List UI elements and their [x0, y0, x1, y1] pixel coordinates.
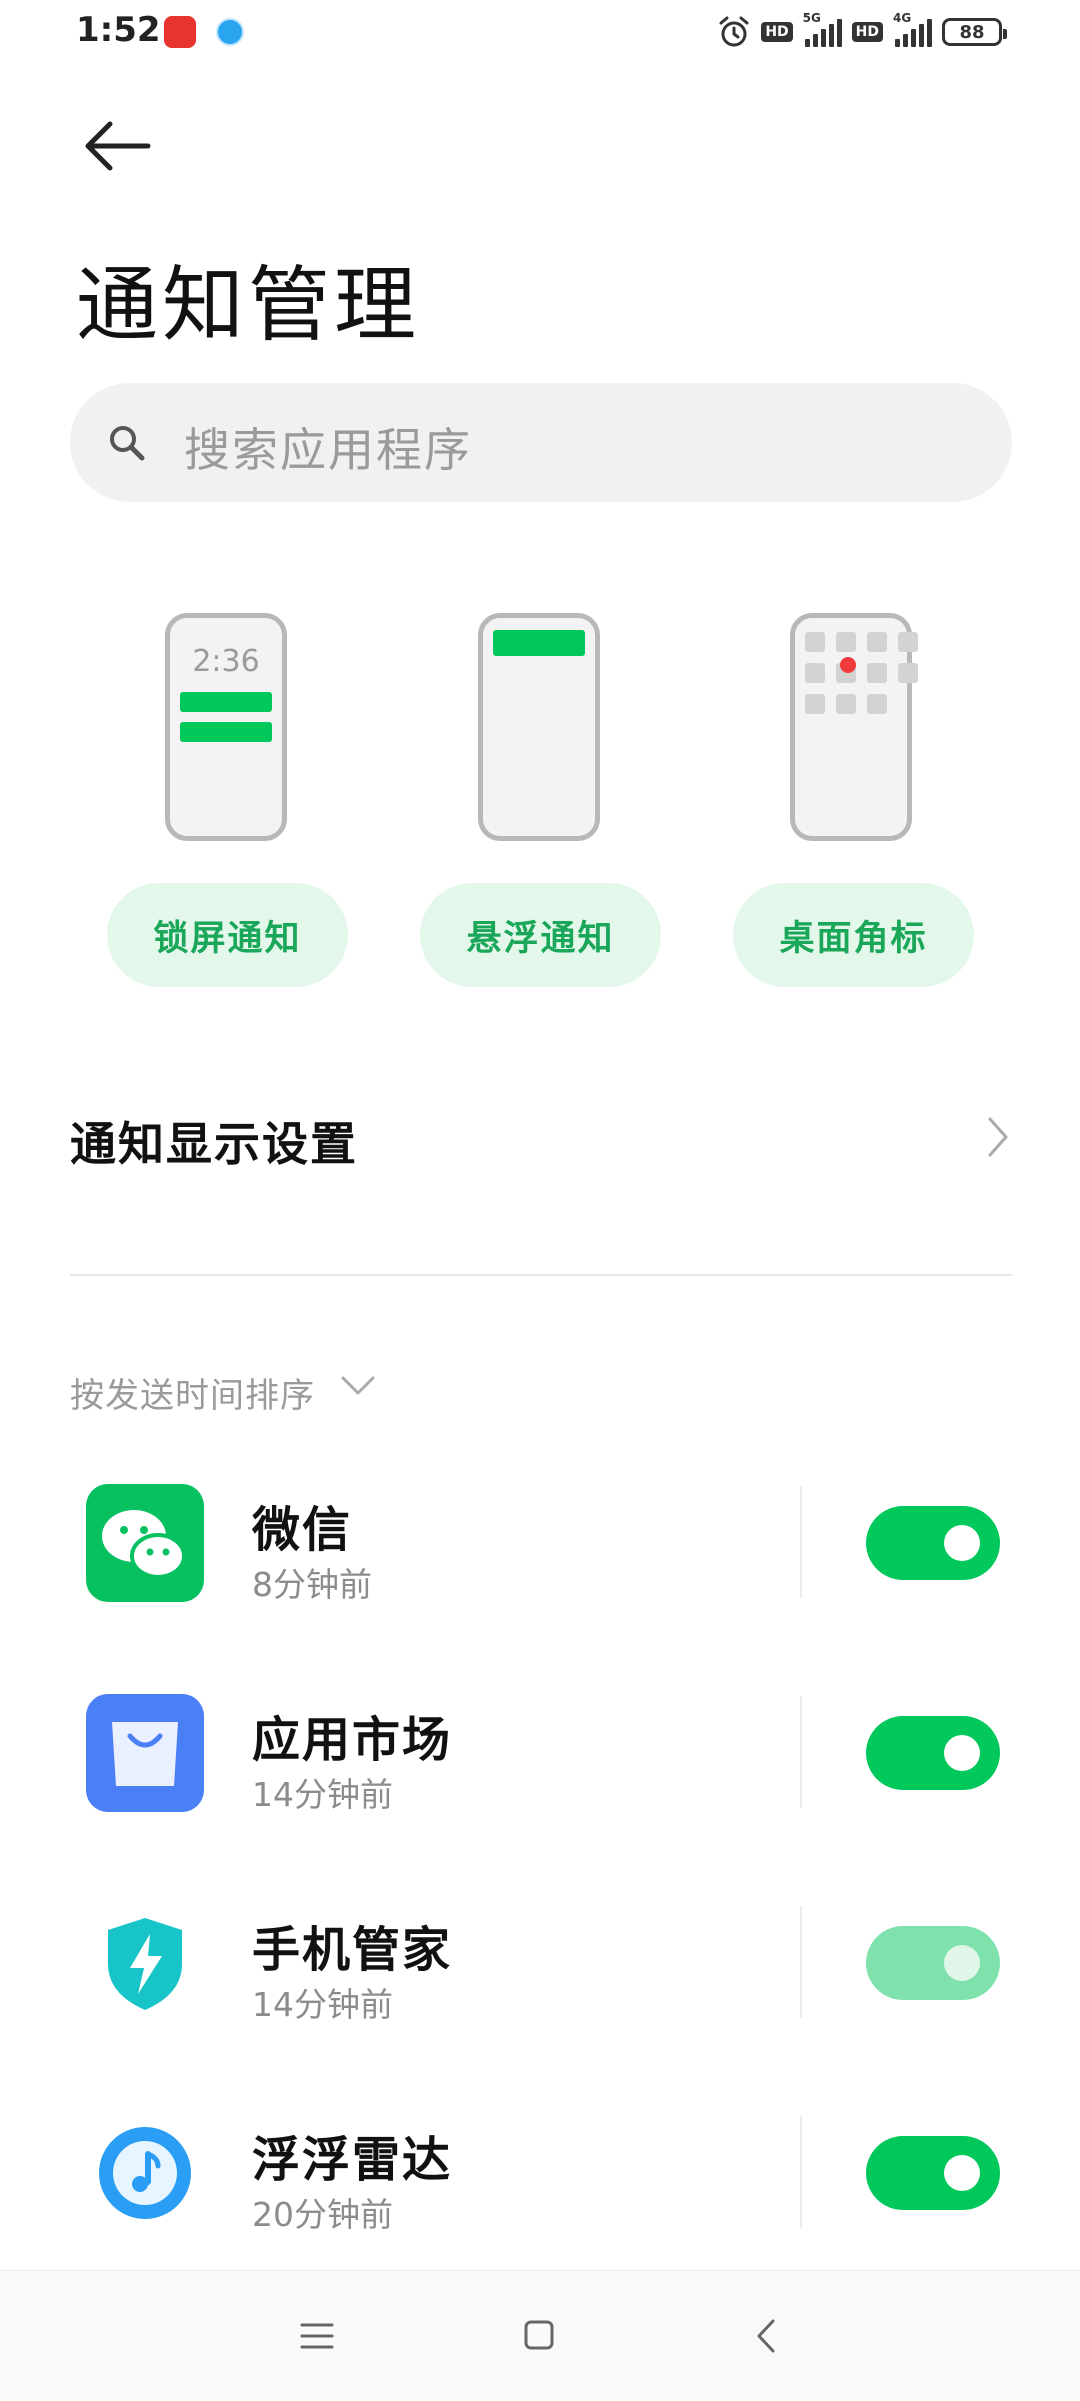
app-grid — [805, 632, 918, 714]
app-market-icon — [86, 1694, 204, 1812]
wechat-icon — [86, 1484, 204, 1602]
music-note-icon — [86, 2114, 204, 2232]
radar-app-icon — [216, 18, 244, 46]
search-icon — [110, 426, 145, 461]
preview-bar — [493, 630, 585, 656]
battery-level: 88 — [959, 21, 985, 43]
preview-bar — [180, 722, 272, 742]
app-name: 手机管家 — [252, 1922, 453, 1978]
chevron-right-icon — [988, 1117, 1008, 1157]
hd-badge: HD — [761, 22, 793, 42]
app-time: 20分钟前 — [252, 2195, 393, 2234]
lockscreen-preview[interactable]: 2:36 — [165, 613, 287, 841]
divider — [70, 1274, 1012, 1276]
divider — [800, 1906, 802, 2018]
signal-5g-icon: 5G — [803, 11, 842, 47]
hd-badge-2: HD — [851, 22, 883, 42]
wechat-toggle[interactable] — [866, 1506, 1000, 1580]
app-market-toggle[interactable] — [866, 1716, 1000, 1790]
battery-icon: 88 — [942, 18, 1007, 46]
back-button[interactable] — [82, 118, 154, 174]
chevron-down-icon[interactable] — [340, 1374, 376, 1398]
phone-manager-toggle[interactable] — [866, 1926, 1000, 2000]
divider — [800, 1486, 802, 1598]
floating-notification-button[interactable]: 悬浮通知 — [420, 883, 661, 987]
home-icon[interactable] — [524, 2320, 554, 2350]
floating-preview[interactable] — [478, 613, 600, 841]
arrow-left-icon — [85, 121, 151, 171]
app-name: 应用市场 — [252, 1712, 453, 1768]
app-time: 14分钟前 — [252, 1985, 393, 2024]
status-bar: 1:52 HD 5G HD 4G 88 — [0, 0, 1080, 64]
badge-preview[interactable] — [790, 613, 918, 841]
preview-bar — [180, 692, 272, 712]
signal-4g-icon: 4G — [893, 11, 932, 47]
shield-icon — [86, 1904, 204, 2022]
status-time: 1:52 — [76, 10, 161, 50]
page-title: 通知管理 — [76, 258, 421, 353]
back-nav-icon[interactable] — [756, 2318, 776, 2354]
search-placeholder: 搜索应用程序 — [184, 423, 472, 477]
settings-label: 通知显示设置 — [70, 1117, 358, 1171]
app-name: 浮浮雷达 — [252, 2132, 453, 2188]
netease-music-icon — [164, 16, 196, 48]
divider — [800, 1696, 802, 1808]
desktop-badge-button[interactable]: 桌面角标 — [733, 883, 974, 987]
alarm-icon — [719, 16, 749, 47]
preview-time: 2:36 — [192, 644, 260, 679]
app-name: 微信 — [252, 1502, 353, 1558]
app-time: 14分钟前 — [252, 1775, 393, 1814]
divider — [800, 2116, 802, 2228]
menu-icon[interactable] — [300, 2322, 334, 2350]
app-time: 8分钟前 — [252, 1565, 372, 1604]
sort-dropdown[interactable]: 按发送时间排序 — [70, 1368, 315, 1417]
lockscreen-notification-button[interactable]: 锁屏通知 — [107, 883, 348, 987]
status-indicators: HD 5G HD 4G 88 — [717, 11, 1007, 52]
radar-toggle[interactable] — [866, 2136, 1000, 2210]
